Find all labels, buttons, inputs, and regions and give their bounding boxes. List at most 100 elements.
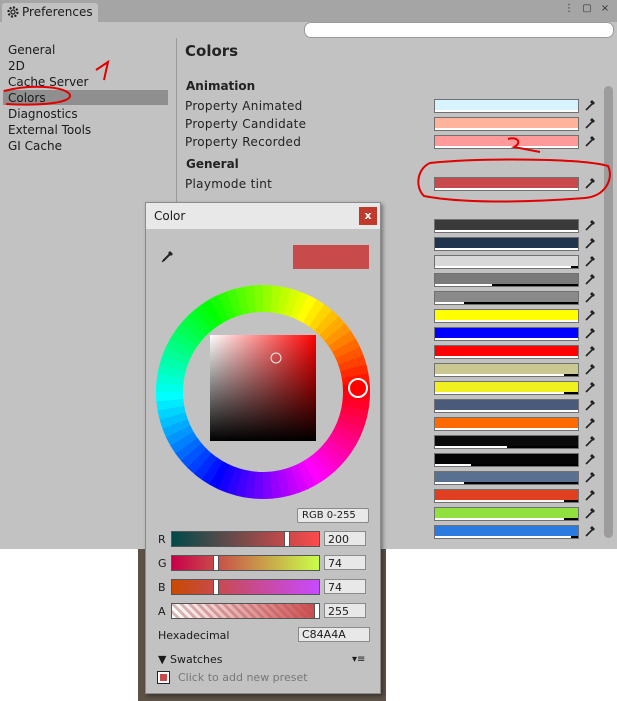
alpha-bar xyxy=(435,410,578,412)
channel-a-knob[interactable] xyxy=(314,603,320,619)
alpha-remainder xyxy=(571,266,578,268)
alpha-bar xyxy=(435,320,578,322)
alpha-bar xyxy=(435,356,578,358)
alpha-remainder xyxy=(507,446,578,448)
color-swatch-extra-4[interactable] xyxy=(434,273,579,287)
color-mode-dropdown[interactable]: RGB 0-255 xyxy=(297,508,369,523)
triangle-down-icon: ▼ xyxy=(158,653,167,666)
eyedropper-icon[interactable] xyxy=(583,218,597,232)
eyedropper-icon[interactable] xyxy=(583,470,597,484)
eyedropper-icon[interactable] xyxy=(583,254,597,268)
color-swatch-extra-12[interactable] xyxy=(434,417,579,431)
eyedropper-icon[interactable] xyxy=(160,248,176,264)
picker-titlebar: Color x xyxy=(146,203,380,229)
alpha-bar xyxy=(435,230,578,232)
annotation-mark-1 xyxy=(95,59,110,81)
channel-r-knob[interactable] xyxy=(284,531,290,547)
close-button[interactable]: x xyxy=(359,207,377,225)
alpha-remainder xyxy=(464,302,578,304)
eyedropper-icon[interactable] xyxy=(583,488,597,502)
color-swatch-extra-18[interactable] xyxy=(434,525,579,539)
annotation-circle-playmode xyxy=(417,158,611,203)
color-swatch-extra-11[interactable] xyxy=(434,399,579,413)
channel-g-knob[interactable] xyxy=(213,555,219,571)
red-annotations xyxy=(3,59,611,203)
alpha-bar xyxy=(435,248,578,250)
color-wheel[interactable] xyxy=(154,283,372,501)
color-swatch-extra-13[interactable] xyxy=(434,435,579,449)
channel-b-label: B xyxy=(158,581,166,594)
color-swatch-extra-5[interactable] xyxy=(434,291,579,305)
channel-r-value[interactable]: 200 xyxy=(324,531,366,546)
channel-g-value[interactable]: 74 xyxy=(324,555,366,570)
alpha-remainder xyxy=(564,374,578,376)
eyedropper-icon[interactable] xyxy=(583,398,597,412)
color-swatch-extra-10[interactable] xyxy=(434,381,579,395)
eyedropper-icon[interactable] xyxy=(583,416,597,430)
alpha-remainder xyxy=(492,284,578,286)
eyedropper-icon[interactable] xyxy=(583,308,597,322)
swatches-label: Swatches xyxy=(169,653,223,666)
alpha-bar xyxy=(435,284,492,286)
eyedropper-icon[interactable] xyxy=(583,326,597,340)
color-swatch-extra-2[interactable] xyxy=(434,237,579,251)
alpha-bar xyxy=(435,464,471,466)
channel-g-label: G xyxy=(158,557,167,570)
channel-b-value[interactable]: 74 xyxy=(324,579,366,594)
hex-input[interactable]: C84A4A xyxy=(298,627,370,642)
eyedropper-icon[interactable] xyxy=(583,344,597,358)
add-preset-hint[interactable]: Click to add new preset xyxy=(178,671,308,684)
eyedropper-icon[interactable] xyxy=(583,452,597,466)
alpha-bar xyxy=(435,428,578,430)
channel-a-label: A xyxy=(158,605,166,618)
color-swatch-extra-16[interactable] xyxy=(434,489,579,503)
channel-a-slider[interactable] xyxy=(171,603,320,619)
color-swatch-extra-6[interactable] xyxy=(434,309,579,323)
eyedropper-icon[interactable] xyxy=(583,236,597,250)
eyedropper-icon[interactable] xyxy=(583,290,597,304)
eyedropper-icon[interactable] xyxy=(583,506,597,520)
alpha-bar xyxy=(435,338,578,340)
alpha-remainder xyxy=(564,518,578,520)
alpha-remainder xyxy=(471,464,578,466)
hex-label: Hexadecimal xyxy=(158,629,230,642)
alpha-bar xyxy=(435,374,564,376)
color-swatch-extra-15[interactable] xyxy=(434,471,579,485)
color-swatch-extra-8[interactable] xyxy=(434,345,579,359)
color-picker-dialog: Color x RGB 0-255 R 200 G 74 B 74 A 255 … xyxy=(145,202,381,694)
eyedropper-icon[interactable] xyxy=(583,380,597,394)
alpha-bar xyxy=(435,500,564,502)
alpha-bar xyxy=(435,536,571,538)
eyedropper-icon[interactable] xyxy=(583,434,597,448)
alpha-bar xyxy=(435,446,507,448)
color-swatch-extra-9[interactable] xyxy=(434,363,579,377)
alpha-remainder xyxy=(564,392,578,394)
channel-r-slider[interactable] xyxy=(171,531,320,547)
swatches-foldout[interactable]: ▼ Swatches xyxy=(158,653,223,666)
color-swatch-extra-1[interactable] xyxy=(434,219,579,233)
saturation-value-shade xyxy=(210,335,316,441)
swatches-menu-icon[interactable]: ▾≡ xyxy=(352,654,365,665)
alpha-bar xyxy=(435,392,564,394)
alpha-remainder xyxy=(464,482,578,484)
channel-b-slider[interactable] xyxy=(171,579,320,595)
channel-r-label: R xyxy=(158,533,166,546)
eyedropper-icon[interactable] xyxy=(583,362,597,376)
alpha-remainder xyxy=(571,536,578,538)
preset-swatch[interactable] xyxy=(157,671,170,684)
color-swatch-extra-3[interactable] xyxy=(434,255,579,269)
alpha-bar xyxy=(435,302,464,304)
eyedropper-icon[interactable] xyxy=(583,272,597,286)
alpha-bar xyxy=(435,518,564,520)
hue-cursor[interactable] xyxy=(348,378,368,398)
channel-g-slider[interactable] xyxy=(171,555,320,571)
picker-title: Color xyxy=(154,209,186,223)
color-swatch-extra-17[interactable] xyxy=(434,507,579,521)
channel-a-value[interactable]: 255 xyxy=(324,603,366,618)
color-swatch-extra-7[interactable] xyxy=(434,327,579,341)
color-swatch-extra-14[interactable] xyxy=(434,453,579,467)
channel-b-knob[interactable] xyxy=(213,579,219,595)
alpha-bar xyxy=(435,266,571,268)
alpha-bar xyxy=(435,482,464,484)
eyedropper-icon[interactable] xyxy=(583,524,597,538)
